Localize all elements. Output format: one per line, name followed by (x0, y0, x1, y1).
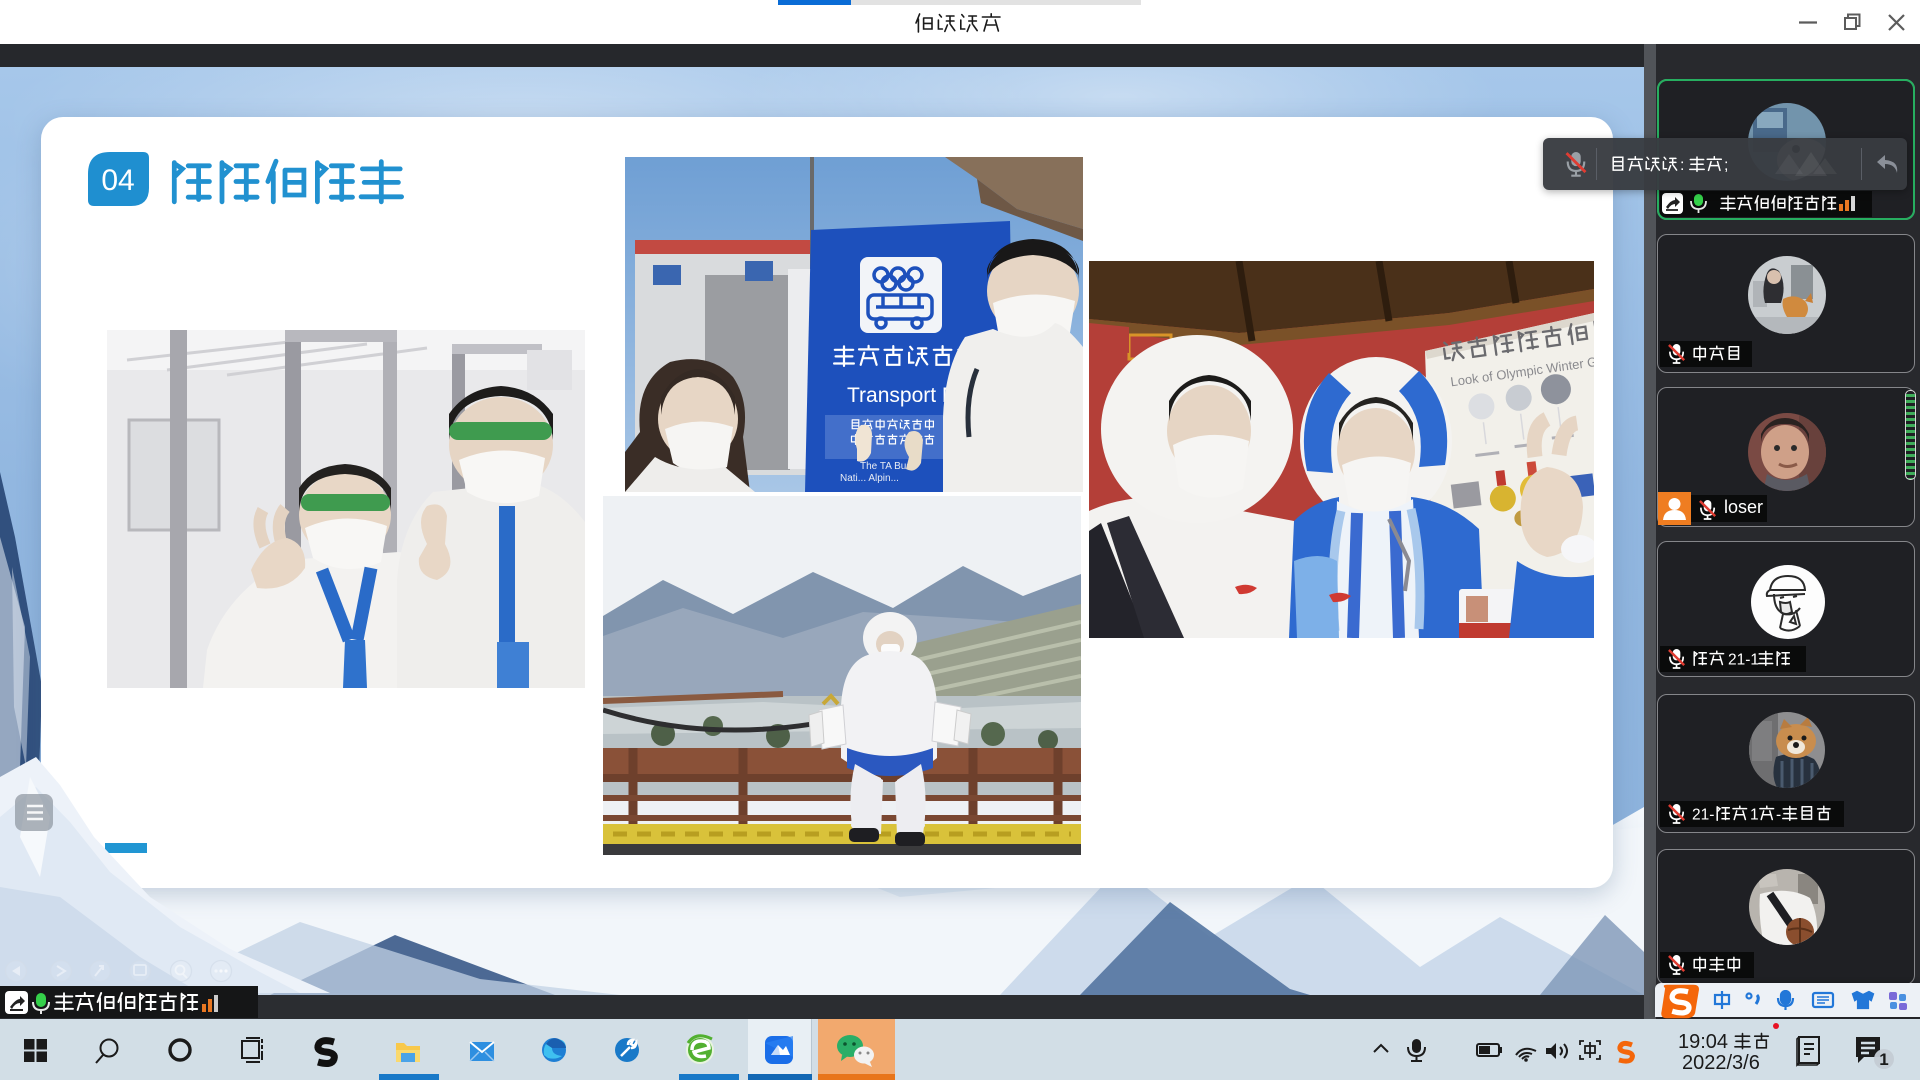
svg-text:-: - (1776, 807, 1781, 824)
svg-text:1: 1 (1879, 1050, 1888, 1069)
svg-text:21-: 21- (1692, 807, 1714, 824)
svg-text:;: ; (1724, 157, 1728, 174)
svg-text:Transport M: Transport M (847, 384, 959, 407)
svg-text:1: 1 (1750, 807, 1759, 824)
svg-text:The TA Bus: The TA Bus (860, 461, 911, 472)
svg-text:Nati... Alpin...: Nati... Alpin... (840, 473, 899, 484)
svg-text:21-1: 21-1 (1728, 652, 1759, 669)
svg-text::: : (1680, 157, 1684, 174)
svg-text:04: 04 (101, 164, 134, 197)
